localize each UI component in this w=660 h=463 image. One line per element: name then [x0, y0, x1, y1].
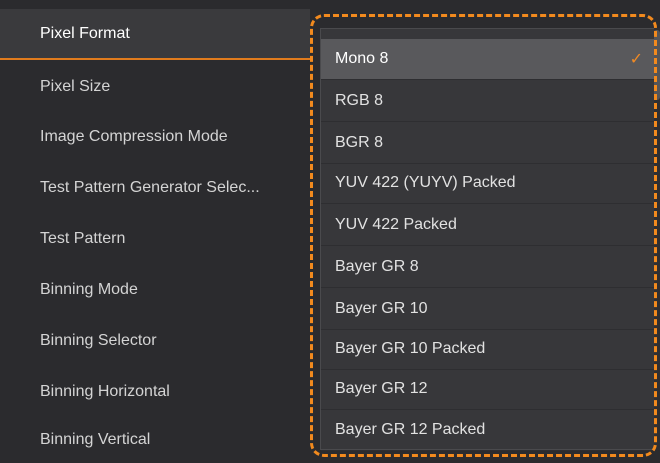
option-label: RGB 8 [335, 92, 384, 109]
param-label: Binning Vertical [40, 430, 151, 448]
dropdown-scrollbar[interactable] [654, 28, 660, 450]
option-label: Mono 8 [335, 50, 389, 67]
dropdown-option-bgr-8[interactable]: BGR 8 [321, 123, 655, 164]
param-row-test-pattern-generator-selector[interactable]: Test Pattern Generator Selec... [0, 162, 310, 213]
checkmark-icon: ✓ [629, 51, 643, 68]
param-row-binning-horizontal[interactable]: Binning Horizontal [0, 366, 310, 417]
param-row-binning-vertical[interactable]: Binning Vertical [0, 414, 310, 463]
param-row-binning-mode[interactable]: Binning Mode [0, 264, 310, 315]
dropdown-option-bayer-gr-10[interactable]: Bayer GR 10 [321, 289, 655, 330]
param-label: Test Pattern Generator Selec... [40, 178, 260, 196]
option-label: Bayer GR 10 Packed [335, 340, 486, 357]
dropdown-option-bayer-gr-8[interactable]: Bayer GR 8 [321, 247, 655, 288]
param-label: Binning Mode [40, 280, 138, 298]
scrollbar-thumb[interactable] [654, 30, 660, 100]
option-label: YUV 422 Packed [335, 216, 457, 233]
option-label: BGR 8 [335, 134, 384, 151]
option-label: Bayer GR 10 [335, 300, 428, 317]
option-label: YUV 422 (YUYV) Packed [335, 174, 516, 191]
param-label: Image Compression Mode [40, 127, 228, 145]
dropdown-option-yuv-422-yuyv-packed[interactable]: YUV 422 (YUYV) Packed [321, 163, 655, 204]
dropdown-option-bayer-gr-10-packed[interactable]: Bayer GR 10 Packed [321, 329, 655, 370]
param-label: Pixel Size [40, 77, 111, 95]
dropdown-option-bayer-gr-12[interactable]: Bayer GR 12 [321, 369, 655, 410]
param-label: Binning Horizontal [40, 382, 170, 400]
option-label: Bayer GR 12 [335, 380, 428, 397]
param-label: Pixel Format [40, 24, 130, 42]
param-row-image-compression-mode[interactable]: Image Compression Mode [0, 111, 310, 162]
dropdown-option-mono-8[interactable]: Mono 8 ✓ [321, 39, 655, 80]
param-row-binning-selector[interactable]: Binning Selector [0, 315, 310, 366]
dropdown-option-rgb-8[interactable]: RGB 8 [321, 81, 655, 122]
option-label: Bayer GR 8 [335, 258, 419, 275]
dropdown-option-yuv-422-packed[interactable]: YUV 422 Packed [321, 205, 655, 246]
param-row-pixel-format[interactable]: Pixel Format [0, 9, 310, 60]
param-label: Binning Selector [40, 331, 157, 349]
param-label: Test Pattern [40, 229, 126, 247]
param-row-test-pattern[interactable]: Test Pattern [0, 213, 310, 264]
dropdown-option-bayer-gr-12-packed[interactable]: Bayer GR 12 Packed [321, 410, 655, 451]
option-label: Bayer GR 12 Packed [335, 421, 486, 438]
param-row-pixel-size[interactable]: Pixel Size [0, 61, 310, 112]
pixel-format-dropdown-list[interactable]: Mono 8 ✓ RGB 8 BGR 8 YUV 422 (YUYV) Pack… [320, 28, 656, 451]
